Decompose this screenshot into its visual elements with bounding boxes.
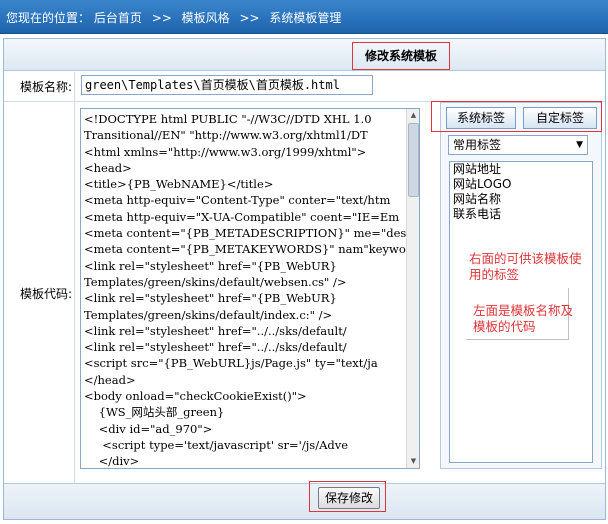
top-bar: 您现在的位置： 后台首页 >> 模板风格 >> 系统模板管理 xyxy=(0,0,608,34)
tag-category-select[interactable]: 常用标签 ▼ xyxy=(448,135,588,155)
breadcrumb-prefix: 您现在的位置： xyxy=(6,11,91,25)
template-name-input[interactable]: green\Templates\首页模板\首页模板.html xyxy=(81,75,373,95)
annotation-right-tags: 右面的可供该模板使用的标签 xyxy=(469,251,582,282)
tag-item-phone[interactable]: 联系电话 xyxy=(450,207,592,222)
scroll-down-arrow-icon[interactable]: ▼ xyxy=(407,455,419,468)
breadcrumb-template-style-link[interactable]: 模板风格 xyxy=(182,11,230,25)
breadcrumb-home-link[interactable]: 后台首页 xyxy=(94,11,142,25)
breadcrumb-separator: >> xyxy=(239,11,260,25)
breadcrumb: 您现在的位置： 后台首页 >> 模板风格 >> 系统模板管理 xyxy=(6,11,341,25)
form-footer xyxy=(4,483,605,519)
tag-item-site-logo[interactable]: 网站LOGO xyxy=(450,177,592,192)
tab-custom-tags[interactable]: 自定标签 xyxy=(523,107,597,129)
annotation-left-code: 左面是模板名称及模板的代码 xyxy=(473,303,574,334)
tag-category-value: 常用标签 xyxy=(453,138,502,152)
save-button[interactable]: 保存修改 xyxy=(318,487,380,509)
tag-item-site-url[interactable]: 网站地址 xyxy=(450,162,592,177)
breadcrumb-current: 系统模板管理 xyxy=(269,11,342,25)
code-scrollbar[interactable]: ▲ ▼ xyxy=(406,109,419,468)
breadcrumb-separator: >> xyxy=(151,11,172,25)
template-code-content: <!DOCTYPE html PUBLIC "-//W3C//DTD XHL 1… xyxy=(84,112,406,469)
template-name-label: 模板名称: xyxy=(19,80,72,94)
form-title: 修改系统模板 xyxy=(352,42,450,70)
scroll-up-arrow-icon[interactable]: ▲ xyxy=(407,109,419,122)
chevron-down-icon: ▼ xyxy=(576,140,583,150)
tag-item-site-name[interactable]: 网站名称 xyxy=(450,192,592,207)
scroll-thumb[interactable] xyxy=(408,123,419,197)
label-column-divider xyxy=(74,72,75,484)
form-title-bar: 修改系统模板 xyxy=(4,39,605,71)
template-code-label: 模板代码: xyxy=(19,287,72,301)
tab-system-tags[interactable]: 系统标签 xyxy=(446,107,516,129)
template-code-textarea[interactable]: <!DOCTYPE html PUBLIC "-//W3C//DTD XHL 1… xyxy=(80,108,420,469)
